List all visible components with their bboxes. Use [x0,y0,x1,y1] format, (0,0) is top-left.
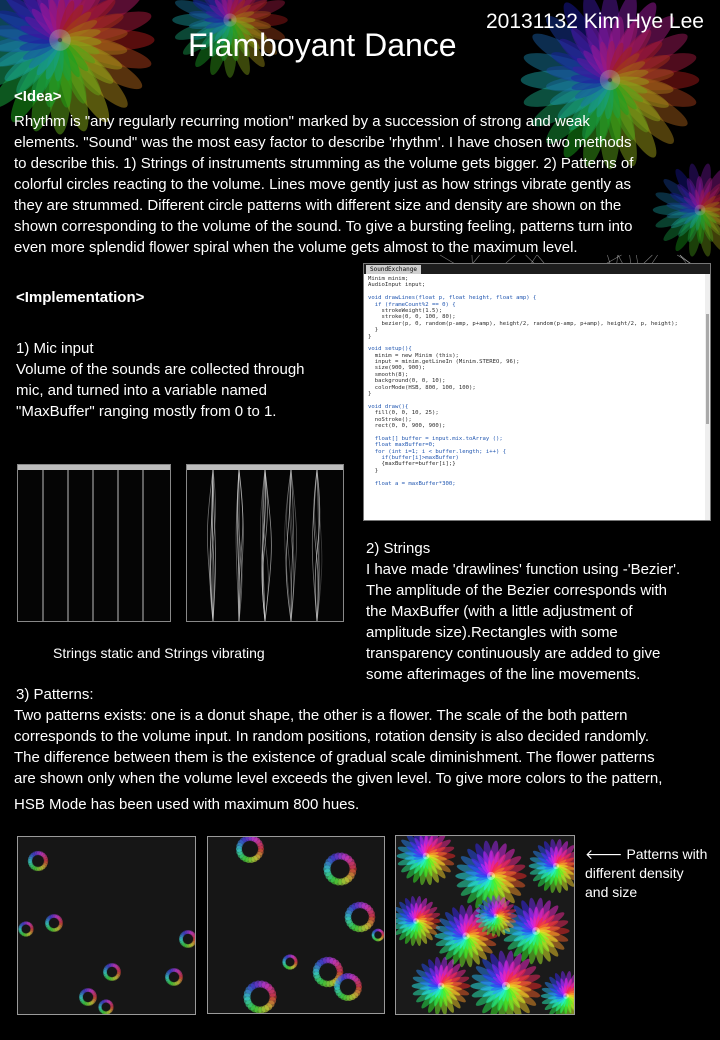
donut-pattern [103,963,121,981]
flower-center [501,981,511,991]
mic-input-line: "MaxBuffer" ranging mostly from 0 to 1. [16,403,277,420]
idea-line: shown corresponding to the volume of the… [14,218,633,235]
donut-pattern [179,930,195,948]
idea-line: Rhythm is "any regularly recurring motio… [14,113,590,130]
donut-dot [294,958,298,962]
code-screenshot: SoundExchange Minim minim; AudioInput inp… [363,263,711,521]
flower-center [437,982,445,990]
patterns-line: The difference between them is the exist… [14,749,655,766]
code-line: float a = maxBuffer*300; [368,480,456,487]
patterns-line: Two patterns exists: one is a donut shap… [14,707,628,724]
patterns-caption-line: Patterns with [626,846,708,862]
donut-dot [92,993,97,997]
flower-center [422,852,430,860]
pattern-sparse-donuts [17,836,196,1015]
donut-pattern [79,988,97,1006]
flower-center [462,932,470,940]
patterns-caption-line: different density [585,865,684,881]
flower-center [413,918,419,924]
donut-pattern [282,954,298,970]
patterns-paragraph: Two patterns exists: one is a donut shap… [14,705,718,815]
strings-static-sketch [17,464,171,622]
donut-pattern [45,914,63,932]
mic-input-line: mic, and turned into a variable named [16,382,267,399]
donut-dot [348,861,357,869]
implementation-heading: <Implementation> [16,289,145,306]
flower-center [493,913,499,919]
donut-dot [336,965,343,972]
patterns-line: HSB Mode has been used with maximum 800 … [14,796,360,813]
donut-pattern [243,980,277,1013]
flower-center [552,862,560,870]
donut-pattern [235,837,265,863]
flower-center [532,927,540,935]
patterns-caption-line: and size [585,884,638,900]
strings-heading: 2) Strings [366,540,431,557]
donut-dot [30,925,34,929]
strings-line: transparency continuously are added to g… [366,645,661,662]
donut-dot [116,968,121,972]
strings-line: The amplitude of the Bezier corresponds … [366,582,667,599]
idea-line: to describe this. 1) Strings of instrume… [14,155,634,172]
pattern-flowers [395,835,575,1015]
donut-pattern [371,928,384,942]
idea-paragraph: Rhythm is "any regularly recurring motio… [14,111,714,258]
code-lines: Minim minim; AudioInput input; void drawLi… [364,274,710,489]
donut-dot [58,919,63,923]
donut-dot [268,989,277,997]
patterns-line: corresponds to the volume input. In rand… [14,728,650,745]
donut-pattern [98,999,114,1014]
poster-title: Flamboyant Dance [188,27,457,63]
idea-line: elements. "Sound" was the most easy fact… [14,134,632,151]
author-label: 20131132 Kim Hye Lee [486,10,704,33]
idea-heading: <Idea> [14,88,62,105]
code-scrollbar [705,274,710,520]
donut-dot [257,842,264,849]
donut-pattern [323,852,357,886]
flower-center [563,993,569,999]
patterns-line: are shown only when the volume level exc… [14,770,663,787]
mic-input-heading: 1) Mic input [16,340,94,357]
donut-pattern [165,968,183,986]
donut-dot [355,980,362,987]
strings-line: I have made 'drawlines' function using -… [366,561,681,578]
pattern-dense-donuts [207,836,385,1014]
mic-input-line: Volume of the sounds are collected throu… [16,361,305,378]
donut-dot [110,1003,114,1007]
idea-line: even more splendid flower spiral when th… [14,239,578,256]
patterns-caption: 🡐 Patterns with different density and si… [585,845,715,902]
code-tab: SoundExchange [366,265,421,274]
strings-line: the MaxBuffer (with a little adjustment … [366,603,633,620]
strings-caption: Strings static and Strings vibrating [53,645,265,661]
donut-pattern [333,973,363,1001]
mic-input-section: 1) Mic input Volume of the sounds are co… [16,338,361,422]
strings-line: some afterimages of the line movements. [366,666,641,683]
idea-line: colorful circles reacting to the volume.… [14,176,631,193]
patterns-heading: 3) Patterns: [16,686,94,703]
donut-dot [43,856,48,861]
code-line: bezier(p, 0, random(p-amp, p+amp), heigh… [368,320,678,327]
strings-vibrating-sketch [186,464,344,622]
donut-dot [368,910,375,917]
code-tab-bar: SoundExchange [364,264,710,274]
strings-line: amplitude size).Rectangles with some [366,624,618,641]
left-arrow-icon: 🡐 [585,846,623,862]
donut-pattern [344,901,376,933]
flower-center [486,871,496,881]
donut-pattern [18,921,34,937]
donut-pattern [27,850,49,872]
donut-dot [178,973,183,977]
strings-section: 2) Strings I have made 'drawlines' funct… [366,538,716,685]
idea-line: they are strummed. Different circle patt… [14,197,622,214]
